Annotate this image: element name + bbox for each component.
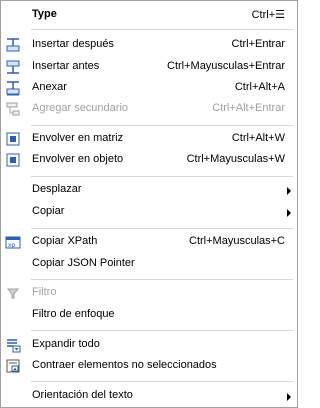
append-icon [5, 80, 21, 96]
copy-xpath-icon: xp [5, 234, 21, 250]
filter-icon [5, 285, 21, 301]
menu-item-insertar-despues-label: Insertar después [32, 38, 114, 50]
wrap-in-array-icon [5, 131, 21, 147]
menu-item-envolver-objeto-label: Envolver en objeto [32, 153, 124, 165]
wrap-in-object-icon [5, 152, 21, 168]
menu-item-envolver-matriz-label: Envolver en matriz [32, 132, 124, 144]
menu-item-copiar-xpath-label: Copiar XPath [32, 235, 98, 247]
menu-item-type[interactable]: Type Ctrl+☰ [1, 4, 297, 26]
menu-item-insertar-antes-shortcut: Ctrl+Mayusculas+Entrar [167, 60, 285, 72]
context-menu: Type Ctrl+☰ Insertar después Ctrl+Entrar… [0, 0, 298, 408]
menu-item-agregar-secundario[interactable]: Agregar secundario Ctrl+Alt+Entrar [1, 98, 297, 120]
menu-item-copiar-label: Copiar [32, 205, 65, 217]
menu-item-type-shortcut: Ctrl+☰ [251, 9, 285, 21]
menu-item-envolver-matriz-shortcut: Ctrl+Alt+W [231, 132, 285, 144]
separator [31, 330, 293, 331]
menu-item-orientacion-label: Orientación del texto [32, 389, 133, 401]
menu-item-type-label: Type [32, 8, 57, 20]
menu-item-desplazar-label: Desplazar [32, 183, 82, 195]
separator [31, 381, 293, 382]
separator [31, 125, 293, 126]
separator [31, 228, 293, 229]
separator [31, 29, 293, 30]
menu-item-filtro-label: Filtro [32, 286, 57, 298]
menu-item-expandir-todo[interactable]: Expandir todo [1, 334, 297, 356]
menu-item-anexar[interactable]: Anexar Ctrl+Alt+A [1, 77, 297, 99]
submenu-arrow-icon [287, 209, 291, 217]
menu-item-agregar-secundario-shortcut: Ctrl+Alt+Entrar [212, 102, 285, 114]
submenu-arrow-icon [287, 187, 291, 195]
menu-item-copiar-xpath[interactable]: xp Copiar XPath Ctrl+Mayusculas+C [1, 231, 297, 253]
insert-before-icon [5, 59, 21, 75]
menu-item-envolver-matriz[interactable]: Envolver en matriz Ctrl+Alt+W [1, 128, 297, 150]
menu-item-filtro[interactable]: Filtro [1, 282, 297, 304]
menu-item-copiar-xpath-shortcut: Ctrl+Mayusculas+C [189, 235, 285, 247]
menu-item-copiar[interactable]: Copiar [1, 201, 297, 223]
menu-item-contraer[interactable]: Contraer elementos no seleccionados [1, 355, 297, 377]
menu-item-insertar-despues-shortcut: Ctrl+Entrar [231, 38, 286, 50]
menu-item-insertar-antes[interactable]: Insertar antes Ctrl+Mayusculas+Entrar [1, 56, 297, 78]
menu-item-insertar-despues[interactable]: Insertar después Ctrl+Entrar [1, 34, 297, 56]
menu-item-anexar-label: Anexar [32, 81, 67, 93]
svg-text:xp: xp [8, 242, 16, 249]
insert-after-icon [5, 37, 21, 53]
menu-item-copiar-json-pointer-label: Copiar JSON Pointer [32, 257, 135, 269]
menu-item-insertar-antes-label: Insertar antes [32, 60, 100, 72]
menu-item-envolver-objeto[interactable]: Envolver en objeto Ctrl+Mayusculas+W [1, 149, 297, 171]
menu-item-filtro-enfoque-label: Filtro de enfoque [32, 308, 115, 320]
menu-item-copiar-json-pointer[interactable]: Copiar JSON Pointer [1, 253, 297, 275]
menu-item-expandir-todo-label: Expandir todo [32, 338, 100, 350]
menu-item-contraer-label: Contraer elementos no seleccionados [32, 359, 217, 371]
menu-item-orientacion[interactable]: Orientación del texto [1, 385, 297, 407]
menu-item-filtro-enfoque[interactable]: Filtro de enfoque [1, 304, 297, 326]
collapse-unselected-icon [5, 358, 21, 374]
expand-all-icon [5, 337, 21, 353]
separator [31, 279, 293, 280]
add-child-icon [5, 101, 21, 117]
separator [31, 176, 293, 177]
menu-item-desplazar[interactable]: Desplazar [1, 179, 297, 201]
menu-item-agregar-secundario-label: Agregar secundario [32, 102, 129, 114]
submenu-arrow-icon [287, 393, 291, 401]
menu-item-envolver-objeto-shortcut: Ctrl+Mayusculas+W [186, 153, 285, 165]
menu-item-anexar-shortcut: Ctrl+Alt+A [234, 81, 285, 93]
